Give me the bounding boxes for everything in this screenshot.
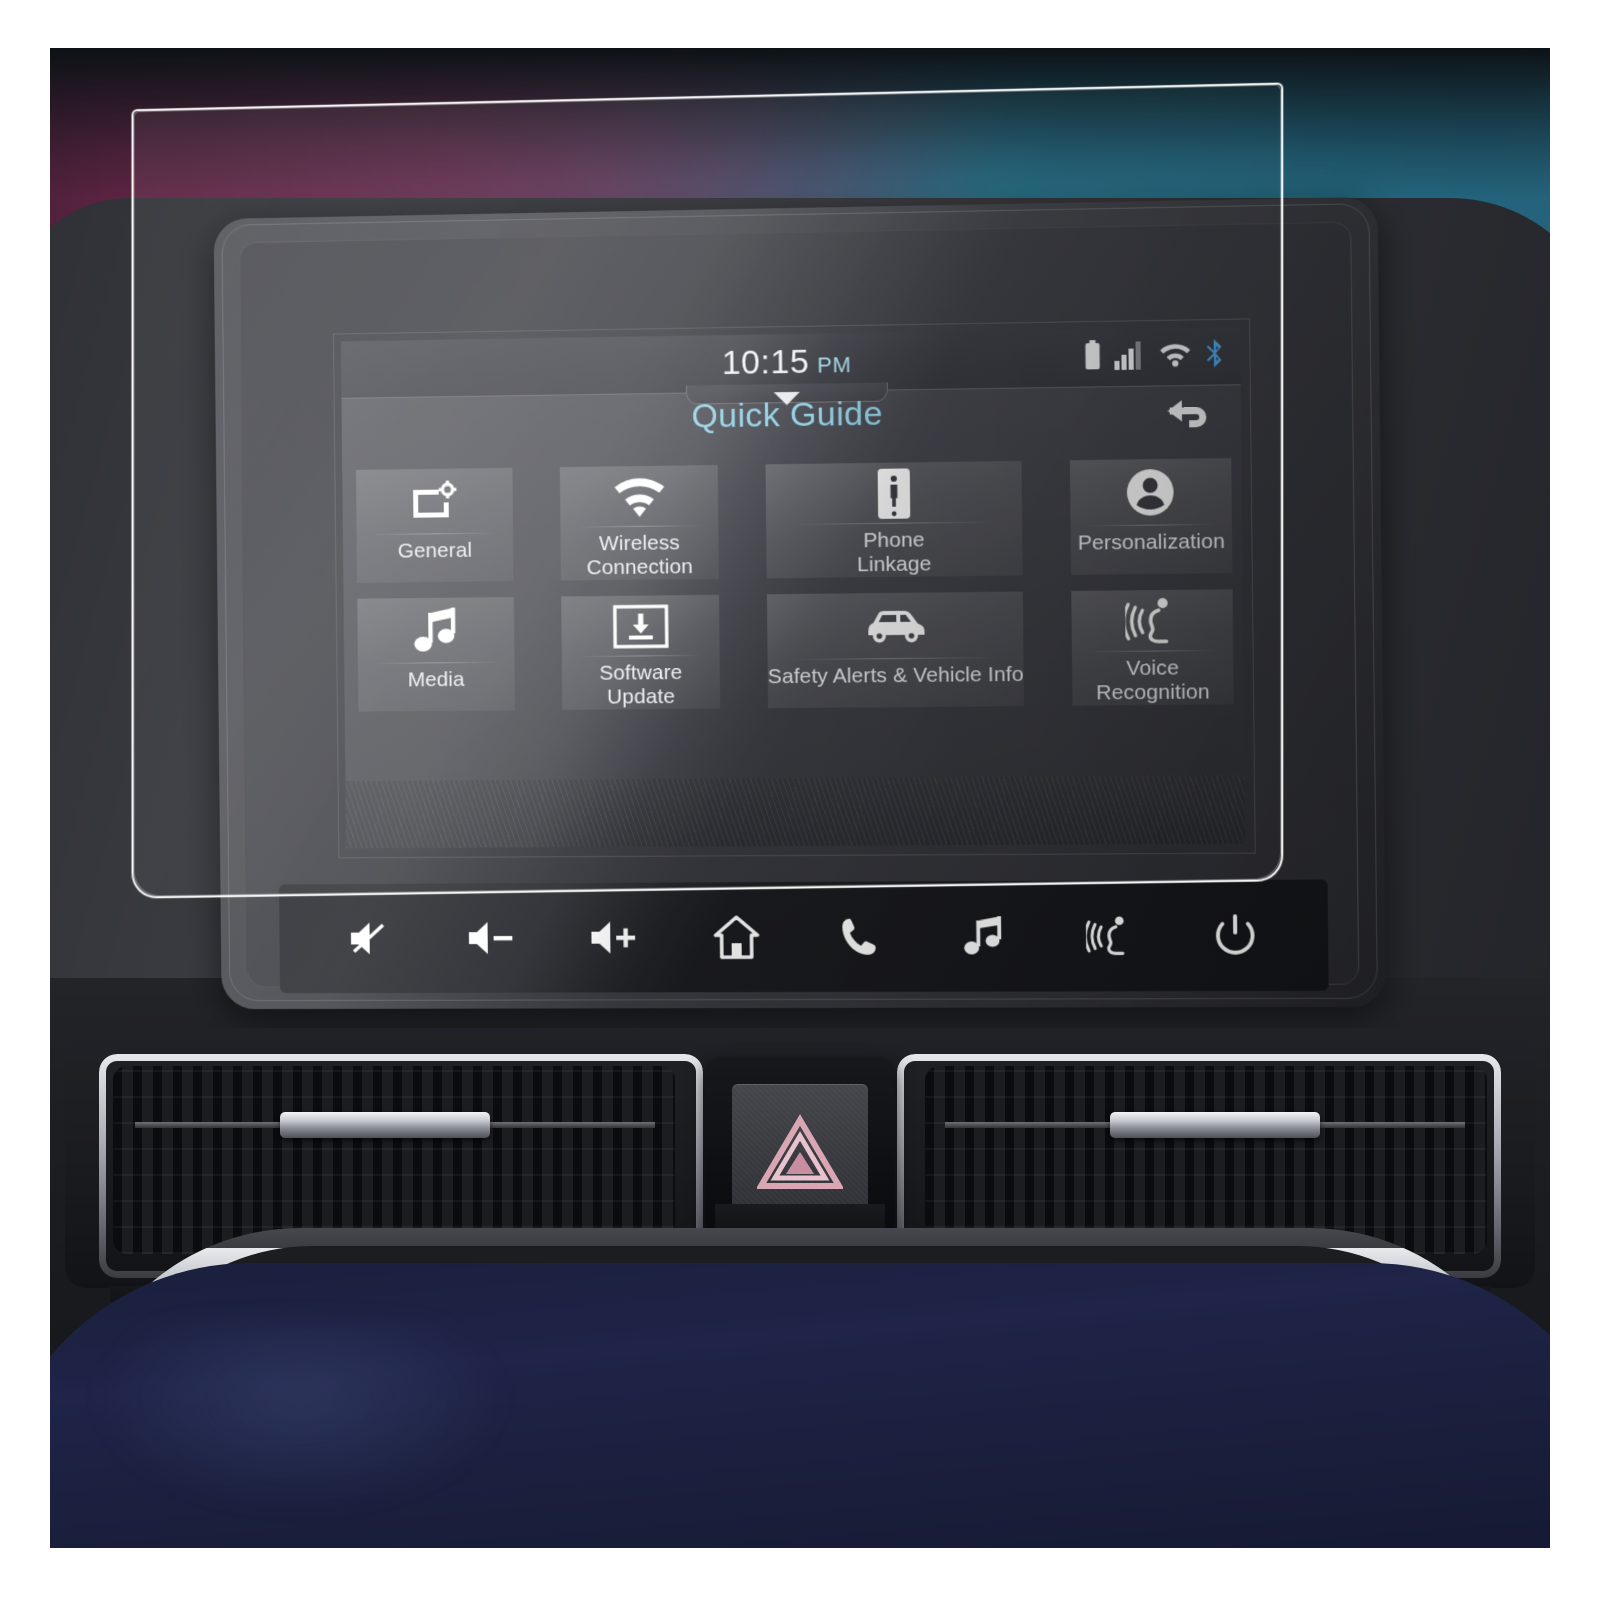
left-vent-slider[interactable] — [280, 1112, 490, 1138]
tile-label: General — [397, 538, 473, 563]
head-unit-housing: 10:15 PM Quick Guide General Wireless Co… — [213, 196, 1387, 1010]
volume-down-button[interactable] — [462, 909, 520, 967]
user-profile-icon — [1070, 458, 1232, 527]
voice-recognition-icon — [1071, 589, 1233, 652]
battery-icon — [1084, 340, 1102, 375]
status-icons — [1084, 339, 1224, 375]
tile-wireless-connection[interactable]: Wireless Connection — [559, 465, 719, 581]
wifi-icon — [1158, 339, 1193, 375]
right-vent-slider[interactable] — [1110, 1112, 1320, 1138]
back-button[interactable] — [1165, 389, 1226, 436]
tile-general[interactable]: General — [355, 467, 514, 583]
clock-time: 10:15 — [721, 342, 810, 383]
voice-button[interactable] — [1080, 907, 1139, 966]
product-photo: 10:15 PM Quick Guide General Wireless Co… — [50, 48, 1550, 1548]
tile-label: Wireless Connection — [586, 531, 694, 580]
clock: 10:15 PM — [722, 342, 852, 383]
hazard-button[interactable] — [732, 1084, 868, 1222]
hardkey-bar — [278, 879, 1329, 994]
tile-voice-recognition[interactable]: Voice Recognition — [1071, 589, 1234, 706]
tile-label: Voice Recognition — [1095, 656, 1210, 705]
display-settings-icon — [356, 468, 513, 536]
tile-media[interactable]: Media — [357, 597, 515, 712]
tile-software-update[interactable]: Software Update — [561, 594, 721, 710]
tile-label: Software Update — [599, 661, 683, 709]
software-update-icon — [561, 595, 719, 657]
tile-label: Personalization — [1077, 529, 1226, 555]
tile-label: Media — [407, 668, 465, 692]
right-air-vent[interactable] — [925, 1066, 1487, 1254]
volume-up-button[interactable] — [584, 909, 642, 967]
car-icon — [767, 592, 1024, 661]
wifi-icon — [560, 465, 718, 528]
page-title: Quick Guide — [691, 394, 884, 436]
smartphone-icon — [766, 461, 1022, 525]
signal-icon — [1114, 339, 1145, 375]
media-button[interactable] — [955, 907, 1014, 965]
phone-button[interactable] — [831, 908, 890, 966]
navy-trim-highlight — [90, 1323, 510, 1513]
left-air-vent[interactable] — [113, 1066, 675, 1254]
tile-safety-alerts-vehicle-info[interactable]: Safety Alerts & Vehicle Info — [766, 591, 1024, 709]
tile-label: Safety Alerts & Vehicle Info — [767, 662, 1024, 689]
home-button[interactable] — [707, 908, 765, 966]
background-top-shade — [50, 48, 1550, 198]
tile-personalization[interactable]: Personalization — [1069, 458, 1233, 575]
tile-phone-linkage[interactable]: Phone Linkage — [765, 460, 1023, 579]
tile-label: Phone Linkage — [856, 528, 932, 577]
quick-guide-grid: General Wireless Connection Phone Linkag… — [355, 458, 1234, 712]
music-note-icon — [357, 597, 514, 664]
power-button[interactable] — [1205, 906, 1265, 965]
hazard-triangle-icon — [757, 1114, 843, 1189]
mute-button[interactable] — [340, 910, 398, 968]
vent-fins — [925, 1066, 1487, 1254]
vent-fins — [113, 1066, 675, 1254]
bluetooth-icon — [1206, 338, 1225, 374]
clock-meridiem: PM — [817, 352, 852, 378]
infotainment-screen[interactable]: 10:15 PM Quick Guide General Wireless Co… — [340, 326, 1246, 849]
screen-bottom-texture — [345, 774, 1246, 849]
